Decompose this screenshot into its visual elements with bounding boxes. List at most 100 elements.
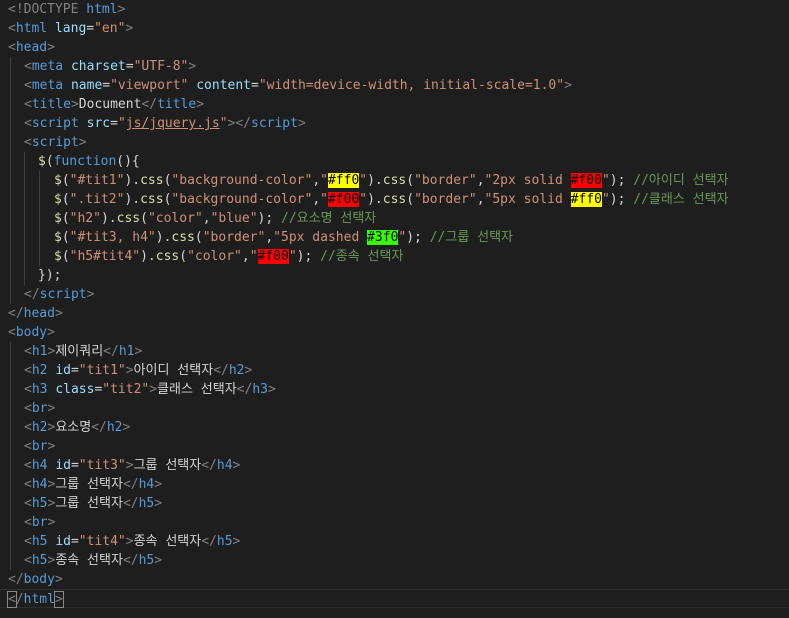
code-token: id — [55, 534, 71, 549]
indent-guide — [39, 228, 40, 247]
code-line[interactable]: <title>Document</title> — [0, 95, 789, 114]
code-line[interactable]: <br> — [0, 399, 789, 418]
code-token: > — [78, 135, 87, 150]
code-line[interactable]: <meta charset="UTF-8"> — [0, 57, 789, 76]
code-token: " — [288, 249, 297, 264]
indent-guide — [10, 190, 11, 209]
code-line[interactable]: <head> — [0, 38, 789, 57]
code-token: > — [47, 439, 56, 454]
code-line[interactable]: <html lang="en"> — [0, 19, 789, 38]
code-token: 클래스 선택자 — [157, 382, 237, 397]
code-token: " — [359, 192, 368, 207]
indent-guide — [10, 437, 11, 456]
code-line[interactable]: <h2>요소명</h2> — [0, 418, 789, 437]
code-token: "border" — [202, 230, 266, 245]
code-line[interactable]: <h1>제이쿼리</h1> — [0, 342, 789, 361]
code-token: > — [196, 97, 205, 112]
code-token: = — [86, 21, 95, 36]
code-token: < — [8, 21, 16, 36]
code-token: ( — [140, 211, 148, 226]
code-line-text: <script> — [24, 133, 87, 152]
code-token: </ — [236, 382, 253, 397]
code-token: < — [24, 382, 32, 397]
code-line[interactable]: <h4>그룹 선택자</h4> — [0, 475, 789, 494]
code-token: //아이디 선택자 — [633, 173, 729, 188]
code-token: = — [251, 78, 259, 93]
indent-guide — [10, 76, 11, 95]
code-line[interactable]: <h2 id="tit1">아이디 선택자</h2> — [0, 361, 789, 380]
code-token: , — [312, 192, 321, 207]
indent-guide — [10, 57, 11, 76]
code-token: meta — [31, 78, 64, 93]
code-line-text: </body> — [8, 570, 63, 589]
code-line[interactable]: <h5>그룹 선택자</h5> — [0, 494, 789, 513]
code-token: > — [154, 477, 163, 492]
code-line[interactable]: $("h2").css("color","blue"); //요소명 선택자 — [0, 209, 789, 228]
code-token: < — [24, 59, 32, 74]
indent-guide — [10, 95, 11, 114]
code-token: $ — [54, 249, 62, 264]
code-line-text: $("h5#tit4").css("color","#f00"); //종속 선… — [54, 247, 403, 266]
code-token: $ — [38, 154, 46, 169]
code-line[interactable]: }); — [0, 266, 789, 285]
code-token: < — [24, 401, 32, 416]
code-token: ( — [61, 173, 70, 188]
code-line-text: <h4 id="tit3">그룹 선택자</h4> — [24, 456, 240, 475]
code-line[interactable]: </body> — [0, 570, 789, 589]
code-token: h4 — [31, 477, 48, 492]
code-token: 제이쿼리 — [55, 344, 104, 359]
code-line[interactable]: <!DOCTYPE html> — [0, 0, 789, 19]
code-token: > — [122, 420, 131, 435]
code-token: ); — [609, 173, 634, 188]
code-token: 아이디 선택자 — [133, 363, 214, 378]
code-line[interactable]: <body> — [0, 323, 789, 342]
code-token: > — [188, 59, 197, 74]
code-line[interactable]: <h5 id="tit4">종속 선택자</h5> — [0, 532, 789, 551]
code-token: 종속 선택자 — [133, 534, 202, 549]
indent-guide — [39, 190, 40, 209]
code-line[interactable]: $("h5#tit4").css("color","#f00"); //종속 선… — [0, 247, 789, 266]
code-token: //요소명 선택자 — [281, 211, 377, 226]
code-line[interactable]: <script src="js/jquery.js"></script> — [0, 114, 789, 133]
code-token: $ — [54, 192, 62, 207]
code-line-text: <title>Document</title> — [24, 95, 204, 114]
code-editor[interactable]: <!DOCTYPE html> <html lang="en"> <head> <me… — [0, 0, 789, 618]
code-token: br — [31, 401, 48, 416]
code-line[interactable]: <meta name="viewport" content="width=dev… — [0, 76, 789, 95]
code-line[interactable]: <h5>종속 선택자</h5> — [0, 551, 789, 570]
code-line[interactable]: </head> — [0, 304, 789, 323]
code-token: 종속 선택자 — [55, 553, 123, 568]
code-token: = — [125, 59, 134, 74]
code-token: "en" — [94, 21, 126, 36]
code-token: > — [117, 2, 126, 17]
code-token: > — [125, 21, 134, 36]
code-line[interactable]: <script> — [0, 133, 789, 152]
indent-guide — [24, 171, 25, 190]
code-line[interactable]: <h4 id="tit3">그룹 선택자</h4> — [0, 456, 789, 475]
code-line[interactable]: </script> — [0, 285, 789, 304]
code-token: > — [232, 458, 241, 473]
code-token: ); — [296, 249, 321, 264]
code-token: > — [149, 382, 158, 397]
code-line[interactable]: $(".tit2").css("background-color","#f00"… — [0, 190, 789, 209]
code-token: //종속 선택자 — [320, 249, 404, 264]
code-line[interactable]: $("#tit1").css("background-color","#ff0"… — [0, 171, 789, 190]
code-line[interactable]: </html> — [0, 589, 789, 608]
indent-guide — [10, 418, 11, 437]
code-token: ( — [179, 249, 188, 264]
code-token: , — [476, 173, 485, 188]
code-line[interactable]: <br> — [0, 513, 789, 532]
code-token: < — [24, 496, 32, 511]
code-line[interactable]: $(function(){ — [0, 152, 789, 171]
code-line[interactable]: $("#tit3, h4").css("border","5px dashed … — [0, 228, 789, 247]
code-token: script — [31, 135, 79, 150]
code-line[interactable]: <h3 class="tit2">클래스 선택자</h3> — [0, 380, 789, 399]
indent-guide — [10, 456, 11, 475]
code-token: css — [382, 192, 407, 207]
code-token: > — [125, 458, 134, 473]
code-token: ). — [367, 173, 383, 188]
code-token: "tit3" — [78, 458, 126, 473]
code-line[interactable]: <br> — [0, 437, 789, 456]
